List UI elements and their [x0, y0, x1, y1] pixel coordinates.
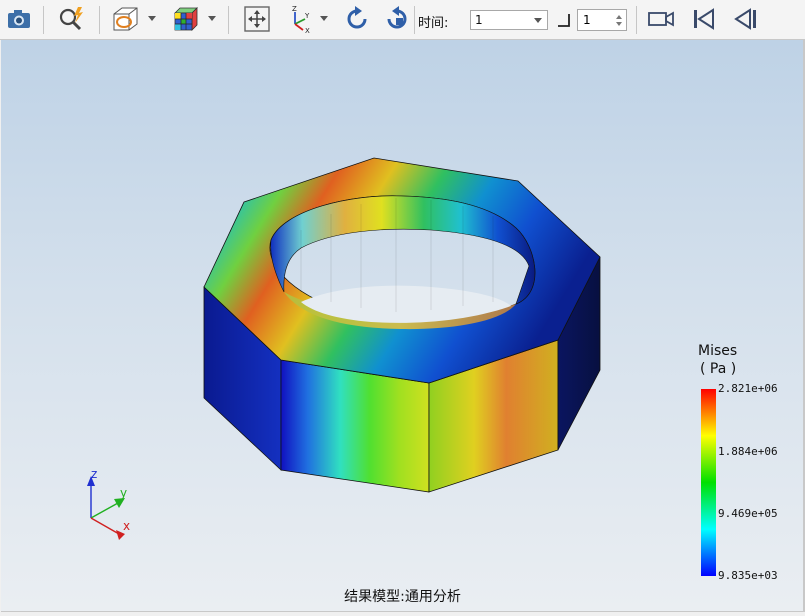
time-select-value: 1 — [475, 13, 483, 27]
axis-y-label: y — [120, 486, 127, 500]
axis-z-label: z — [91, 467, 97, 481]
step-icon — [556, 10, 572, 30]
toolbar-separator — [636, 6, 637, 34]
rotate-left-icon[interactable] — [342, 4, 372, 34]
toolbar-separator — [43, 6, 44, 34]
axis-x-label: x — [123, 519, 130, 533]
legend-tick-max: 2.821e+06 — [718, 382, 778, 395]
toolbar-separator — [228, 6, 229, 34]
legend-tick-min: 9.835e+03 — [718, 569, 778, 582]
view-orientation-dropdown-icon[interactable] — [320, 16, 328, 21]
view-orientation-icon[interactable]: Z Y X — [285, 4, 315, 34]
chevron-down-icon — [534, 18, 542, 23]
toolbar-separator — [99, 6, 100, 34]
step-spinbox[interactable]: 1 — [577, 9, 627, 31]
first-frame-icon[interactable] — [689, 4, 719, 34]
toolbar-separator — [414, 6, 415, 34]
video-record-icon[interactable] — [646, 4, 676, 34]
legend-tick-3: 9.469e+05 — [718, 507, 778, 520]
legend-unit: ( Pa ) — [700, 361, 737, 377]
camera-icon[interactable] — [4, 4, 34, 34]
time-select[interactable]: 1 — [470, 10, 548, 30]
svg-text:Z: Z — [292, 5, 297, 13]
axis-triad: z y x — [87, 467, 130, 540]
section-plane-icon[interactable] — [110, 4, 140, 34]
svg-text:Y: Y — [304, 12, 310, 20]
legend-tick-2: 1.884e+06 — [718, 445, 778, 458]
fit-view-icon[interactable] — [242, 4, 272, 34]
model-status-label: 结果模型:通用分析 — [344, 589, 461, 605]
contour-display-dropdown-icon[interactable] — [208, 16, 216, 21]
spin-up-icon[interactable] — [616, 15, 622, 19]
svg-text:X: X — [305, 27, 310, 34]
rotate-right-icon[interactable] — [382, 4, 412, 34]
query-icon[interactable] — [56, 4, 86, 34]
hex-nut-model[interactable] — [203, 157, 601, 493]
contour-display-icon[interactable] — [170, 4, 200, 34]
section-plane-dropdown-icon[interactable] — [148, 16, 156, 21]
legend-title: Mises — [698, 343, 738, 359]
legend-color-bar — [701, 389, 716, 576]
time-label: 时间: — [418, 16, 449, 31]
step-spinbox-value: 1 — [583, 13, 591, 27]
toolbar: Z Y X 时间: 1 1 — [0, 0, 805, 40]
3d-viewport[interactable]: z y x — [1, 40, 805, 612]
spin-down-icon[interactable] — [616, 22, 622, 26]
previous-frame-icon[interactable] — [730, 4, 760, 34]
